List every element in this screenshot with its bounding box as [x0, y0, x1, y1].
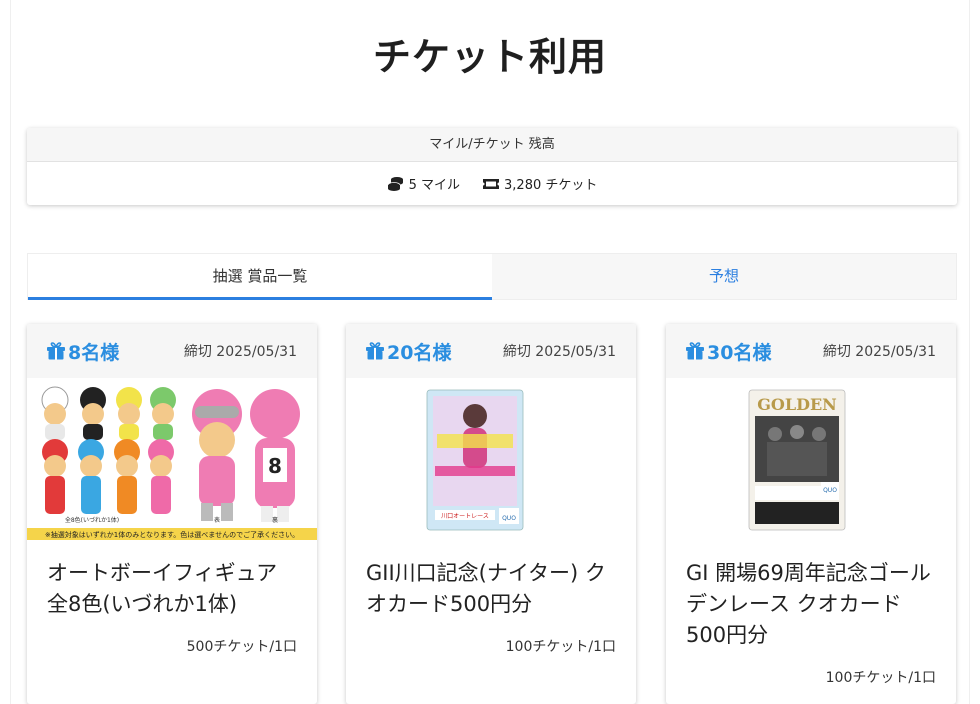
prize-price: 100チケット/1口	[825, 670, 936, 686]
quo-card-logo: 川口オートレース	[441, 513, 489, 520]
balance-card: マイル/チケット 残高 5 マイル 3,280 チケット	[27, 128, 957, 205]
winners-text: 30名様	[707, 341, 772, 364]
ticket-icon	[483, 178, 500, 189]
winners-count: 20名様	[365, 338, 451, 365]
figure-caption-front: 表	[214, 516, 220, 524]
prize-price: 100チケット/1口	[505, 639, 616, 655]
balance-header: マイル/チケット 残高	[27, 128, 957, 162]
winners-count: 30名様	[685, 338, 771, 365]
prize-card[interactable]: 30名様 締切 2025/05/31 GOLDEN QUO GI 開場69周年記…	[666, 324, 956, 704]
prize-title: GI 開場69周年記念ゴールデンレース クオカード500円分	[686, 561, 931, 647]
prize-card[interactable]: 20名様 締切 2025/05/31 川口オートレース QUO GII川口記念(…	[346, 324, 636, 704]
tickets-value: 3,280 チケット	[504, 178, 598, 193]
figure-number: 8	[268, 454, 282, 478]
svg-text:QUO: QUO	[823, 487, 837, 494]
golden-title: GOLDEN	[757, 395, 837, 414]
prize-image: 8 全8色(いづれか1体) 表 裏 ※抽選対象はいずれか1体のみとなります。色は…	[27, 378, 317, 540]
winners-text: 20名様	[387, 341, 452, 364]
page: チケット利用 マイル/チケット 残高 5 マイル 3,280 チケット 抽選 賞…	[0, 0, 980, 704]
winners-text: 8名様	[68, 341, 120, 364]
miles-balance: 5 マイル	[387, 174, 460, 193]
tickets-balance: 3,280 チケット	[482, 174, 597, 193]
deadline: 締切 2025/05/31	[822, 344, 936, 360]
left-divider	[10, 0, 11, 704]
miles-value: 5 マイル	[408, 178, 461, 193]
tab-predictions[interactable]: 予想	[492, 254, 956, 299]
prize-image: 川口オートレース QUO	[346, 378, 636, 540]
page-title: チケット利用	[372, 35, 607, 79]
figure-caption-all: 全8色(いづれか1体)	[65, 516, 119, 524]
prize-card-header: 30名様 締切 2025/05/31	[666, 324, 956, 378]
balance-body: 5 マイル 3,280 チケット	[27, 162, 957, 205]
right-divider	[969, 0, 970, 704]
prize-card-header: 20名様 締切 2025/05/31	[346, 324, 636, 378]
quo-card-image: 川口オートレース QUO	[426, 389, 524, 531]
gift-icon	[366, 342, 384, 360]
figure-caption-back: 裏	[272, 516, 278, 524]
gift-icon	[686, 342, 704, 360]
autoboy-figure-image: 8 全8色(いづれか1体) 表 裏 ※抽選対象はいずれか1体のみとなります。色は…	[27, 378, 317, 540]
coins-icon	[387, 176, 403, 191]
svg-text:QUO: QUO	[502, 515, 516, 522]
golden-race-card-image: GOLDEN QUO	[748, 389, 846, 531]
figure-note: ※抽選対象はいずれか1体のみとなります。色は選べませんのでご了承ください。	[45, 530, 299, 539]
deadline: 締切 2025/05/31	[183, 344, 297, 360]
prize-card-header: 8名様 締切 2025/05/31	[27, 324, 317, 378]
deadline: 締切 2025/05/31	[502, 344, 616, 360]
winners-count: 8名様	[46, 338, 119, 365]
prize-price: 500チケット/1口	[186, 639, 297, 655]
tab-lottery-prizes[interactable]: 抽選 賞品一覧	[28, 254, 492, 300]
gift-icon	[47, 342, 65, 360]
prize-card[interactable]: 8名様 締切 2025/05/31 8 全8色(いづれか1体) 表 裏 ※抽選対…	[27, 324, 317, 704]
prize-image: GOLDEN QUO	[666, 378, 956, 540]
tab-bar: 抽選 賞品一覧 予想	[27, 253, 957, 300]
prize-title: オートボーイフィギュア全8色(いづれか1体)	[47, 561, 278, 616]
prize-title: GII川口記念(ナイター) クオカード500円分	[366, 561, 606, 616]
